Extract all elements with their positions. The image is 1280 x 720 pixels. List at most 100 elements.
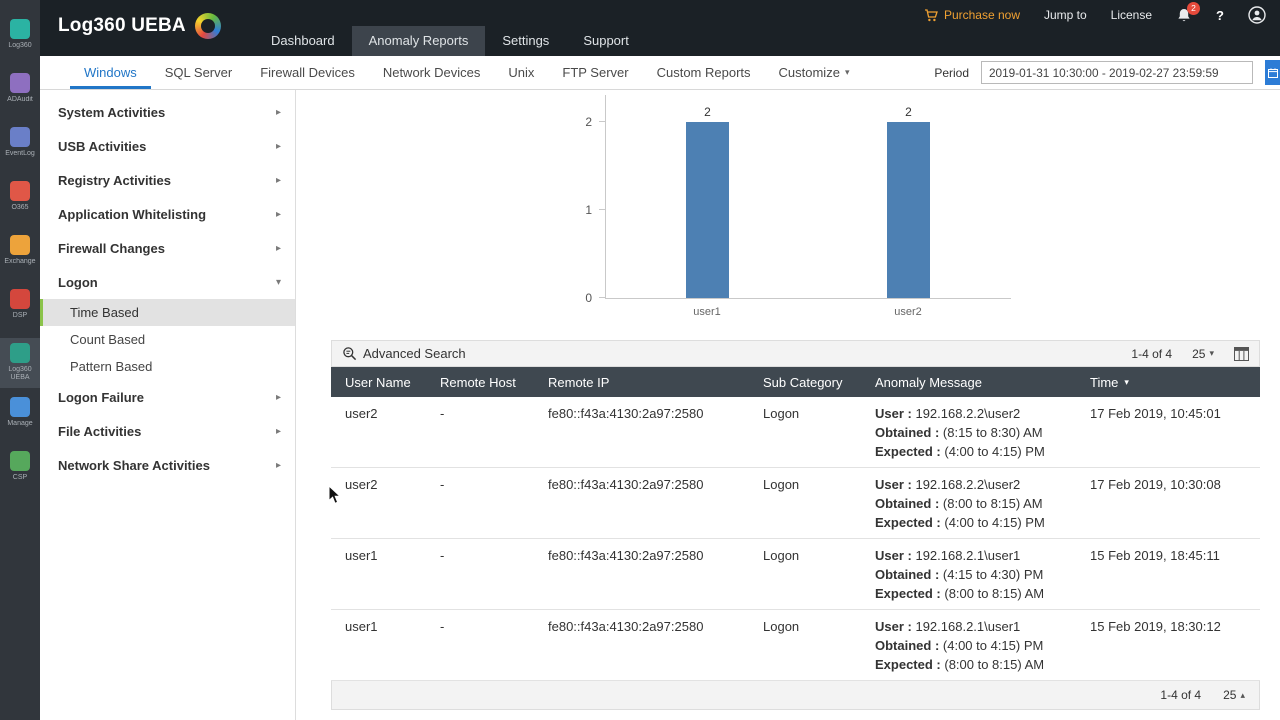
column-header-remote-ip[interactable]: Remote IP (548, 375, 763, 390)
report-tabs: Windows SQL Server Firewall Devices Netw… (70, 56, 863, 89)
help-button[interactable]: ? (1216, 8, 1224, 23)
y-tick-label: 0 (585, 291, 592, 305)
app-rail-item-log360-ueba[interactable]: Log360 UEBA (0, 338, 40, 388)
x-tick-label: user2 (894, 306, 922, 318)
y-tick (599, 297, 605, 298)
page-size-dropdown[interactable]: 25 ▾ (1192, 347, 1214, 361)
app-rail-item-manage[interactable]: Manage (0, 392, 40, 442)
page-size-dropdown[interactable]: 25 ▴ (1223, 688, 1245, 702)
cell-remote-ip: fe80::f43a:4130:2a97:2580 (548, 619, 704, 634)
sidebar-item-file-activities[interactable]: File Activities ▸ (40, 414, 295, 448)
user-menu-button[interactable] (1248, 6, 1266, 24)
tab-customize[interactable]: Customize ▾ (765, 56, 864, 89)
column-chooser-icon[interactable] (1234, 346, 1249, 361)
dsp-app-icon (10, 289, 30, 309)
chart-bar-user2[interactable] (887, 122, 930, 298)
app-label: Log360 UEBA (8, 366, 32, 381)
cell-remote-ip: fe80::f43a:4130:2a97:2580 (548, 477, 704, 492)
cell-time: 17 Feb 2019, 10:30:08 (1090, 477, 1221, 492)
o365-app-icon (10, 181, 30, 201)
chevron-right-icon: ▸ (275, 459, 281, 471)
sidebar-subitem-pattern-based[interactable]: Pattern Based (40, 353, 295, 380)
chart-bar-user1[interactable] (686, 122, 729, 298)
app-label: O365 (11, 204, 29, 211)
report-tabs-bar: Windows SQL Server Firewall Devices Netw… (40, 56, 1280, 90)
jump-to-link[interactable]: Jump to (1044, 8, 1087, 22)
chevron-down-icon: ▾ (1209, 348, 1214, 358)
chevron-down-icon: ▾ (275, 276, 281, 288)
chevron-right-icon: ▸ (275, 106, 281, 118)
table-footer: 1-4 of 4 25 ▴ (331, 681, 1260, 710)
tab-ftp-server[interactable]: FTP Server (548, 56, 642, 89)
app-rail-item-o365[interactable]: O365 (0, 176, 40, 226)
cell-remote-ip: fe80::f43a:4130:2a97:2580 (548, 406, 704, 421)
sidebar-item-usb-activities[interactable]: USB Activities ▸ (40, 129, 295, 163)
y-tick (599, 121, 605, 122)
result-range: 1-4 of 4 (1131, 346, 1173, 361)
tab-unix[interactable]: Unix (494, 56, 548, 89)
column-header-sub-category[interactable]: Sub Category (763, 375, 875, 390)
table-row: user1 - fe80::f43a:4130:2a97:2580 Logon … (331, 610, 1260, 681)
column-header-remote-host[interactable]: Remote Host (440, 375, 548, 390)
column-header-user-name[interactable]: User Name (345, 375, 440, 390)
license-link[interactable]: License (1111, 8, 1152, 22)
sidebar-item-label: Logon Failure (58, 389, 144, 405)
cell-sub-category: Logon (763, 619, 800, 634)
notifications-button[interactable]: 2 (1176, 1, 1201, 24)
primary-nav: Dashboard Anomaly Reports Settings Suppo… (254, 26, 646, 56)
tab-windows[interactable]: Windows (70, 56, 151, 89)
sidebar-item-label: Registry Activities (58, 172, 171, 188)
sidebar-item-logon[interactable]: Logon ▾ (40, 265, 295, 299)
app-label: DSP (12, 312, 28, 319)
y-tick-label: 1 (585, 203, 592, 217)
sidebar-item-firewall-changes[interactable]: Firewall Changes ▸ (40, 231, 295, 265)
column-header-time[interactable]: Time ▾ (1090, 375, 1260, 390)
anomaly-table: Advanced Search 1-4 of 4 25 ▾ User Name … (331, 340, 1260, 710)
nav-anomaly-reports[interactable]: Anomaly Reports (351, 26, 486, 56)
app-rail-item-exchange[interactable]: Exchange (0, 230, 40, 280)
sidebar-item-label: File Activities (58, 423, 142, 439)
app-rail-item-adaudit[interactable]: ADAudit (0, 68, 40, 118)
column-header-time-label: Time (1090, 374, 1119, 390)
cell-user-name: user2 (345, 477, 378, 492)
chart-bar-value: 2 (905, 105, 912, 119)
advanced-search-button[interactable]: Advanced Search (342, 346, 466, 361)
nav-support[interactable]: Support (566, 26, 646, 56)
sidebar-item-registry-activities[interactable]: Registry Activities ▸ (40, 163, 295, 197)
nav-settings[interactable]: Settings (485, 26, 566, 56)
sidebar-subitem-time-based[interactable]: Time Based (40, 299, 295, 326)
cell-sub-category: Logon (763, 477, 800, 492)
main-content: 2 1 0 2 2 user1 user2 Advanced Search 1-… (296, 90, 1280, 720)
cell-remote-ip: fe80::f43a:4130:2a97:2580 (548, 548, 704, 563)
sidebar-item-application-whitelisting[interactable]: Application Whitelisting ▸ (40, 197, 295, 231)
app-rail-item-eventlog[interactable]: EventLog (0, 122, 40, 172)
app-rail-item-dsp[interactable]: DSP (0, 284, 40, 334)
tab-custom-reports[interactable]: Custom Reports (643, 56, 765, 89)
cell-sub-category: Logon (763, 548, 800, 563)
logo: Log360 UEBA (58, 13, 221, 39)
app-rail-item-csp[interactable]: CSP (0, 446, 40, 496)
sidebar-subitem-count-based[interactable]: Count Based (40, 326, 295, 353)
period-range-input[interactable] (981, 61, 1253, 84)
cart-icon (924, 8, 938, 21)
cell-anomaly-message: User : 192.168.2.1\user1 Obtained : (4:1… (875, 548, 1045, 601)
cell-remote-host: - (440, 619, 445, 634)
sidebar-item-logon-failure[interactable]: Logon Failure ▸ (40, 380, 295, 414)
cell-time: 15 Feb 2019, 18:30:12 (1090, 619, 1221, 634)
chart-bar-value: 2 (704, 105, 711, 119)
tab-network-devices[interactable]: Network Devices (369, 56, 495, 89)
column-header-anomaly-message[interactable]: Anomaly Message (875, 375, 1090, 390)
app-label: CSP (12, 474, 28, 481)
sidebar-item-system-activities[interactable]: System Activities ▸ (40, 95, 295, 129)
tab-sql-server[interactable]: SQL Server (151, 56, 246, 89)
app-rail-item-log360[interactable]: Log360 (0, 14, 40, 64)
nav-dashboard[interactable]: Dashboard (254, 26, 352, 56)
bar-chart: 2 1 0 2 2 user1 user2 (296, 90, 1276, 335)
tab-customize-label: Customize (778, 65, 840, 80)
chevron-right-icon: ▸ (275, 140, 281, 152)
purchase-now-link[interactable]: Purchase now (924, 8, 1020, 22)
sidebar-item-network-share-activities[interactable]: Network Share Activities ▸ (40, 448, 295, 482)
calendar-button[interactable] (1265, 60, 1280, 85)
tab-firewall-devices[interactable]: Firewall Devices (246, 56, 369, 89)
chevron-right-icon: ▸ (275, 174, 281, 186)
